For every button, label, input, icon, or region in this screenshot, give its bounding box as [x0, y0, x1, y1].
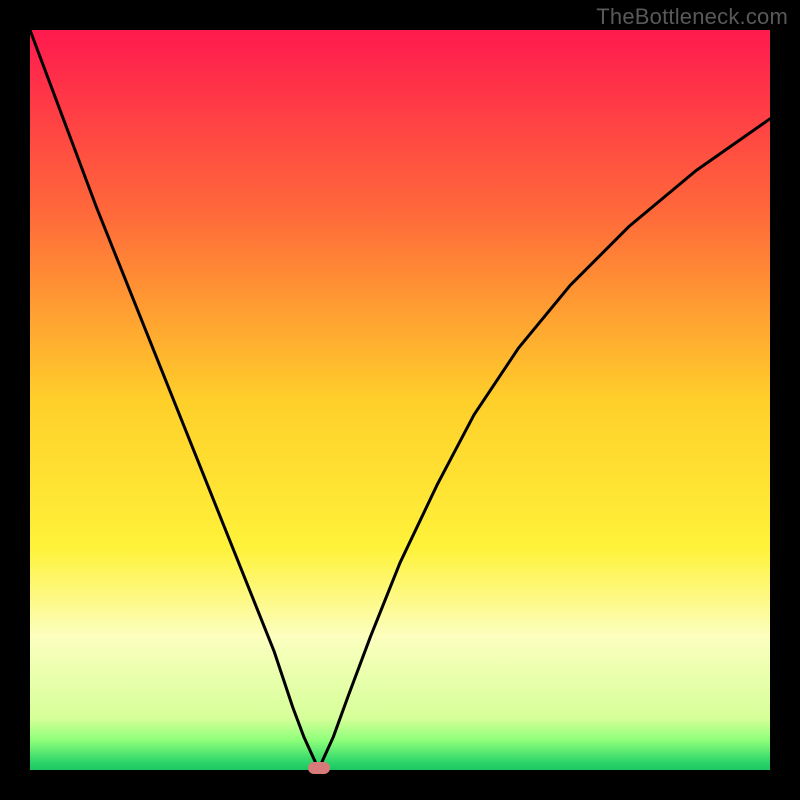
chart-frame: TheBottleneck.com — [0, 0, 800, 800]
curve-minimum-marker — [308, 762, 330, 774]
curve-path — [30, 30, 770, 770]
watermark-text: TheBottleneck.com — [596, 4, 788, 30]
bottleneck-curve — [30, 30, 770, 770]
